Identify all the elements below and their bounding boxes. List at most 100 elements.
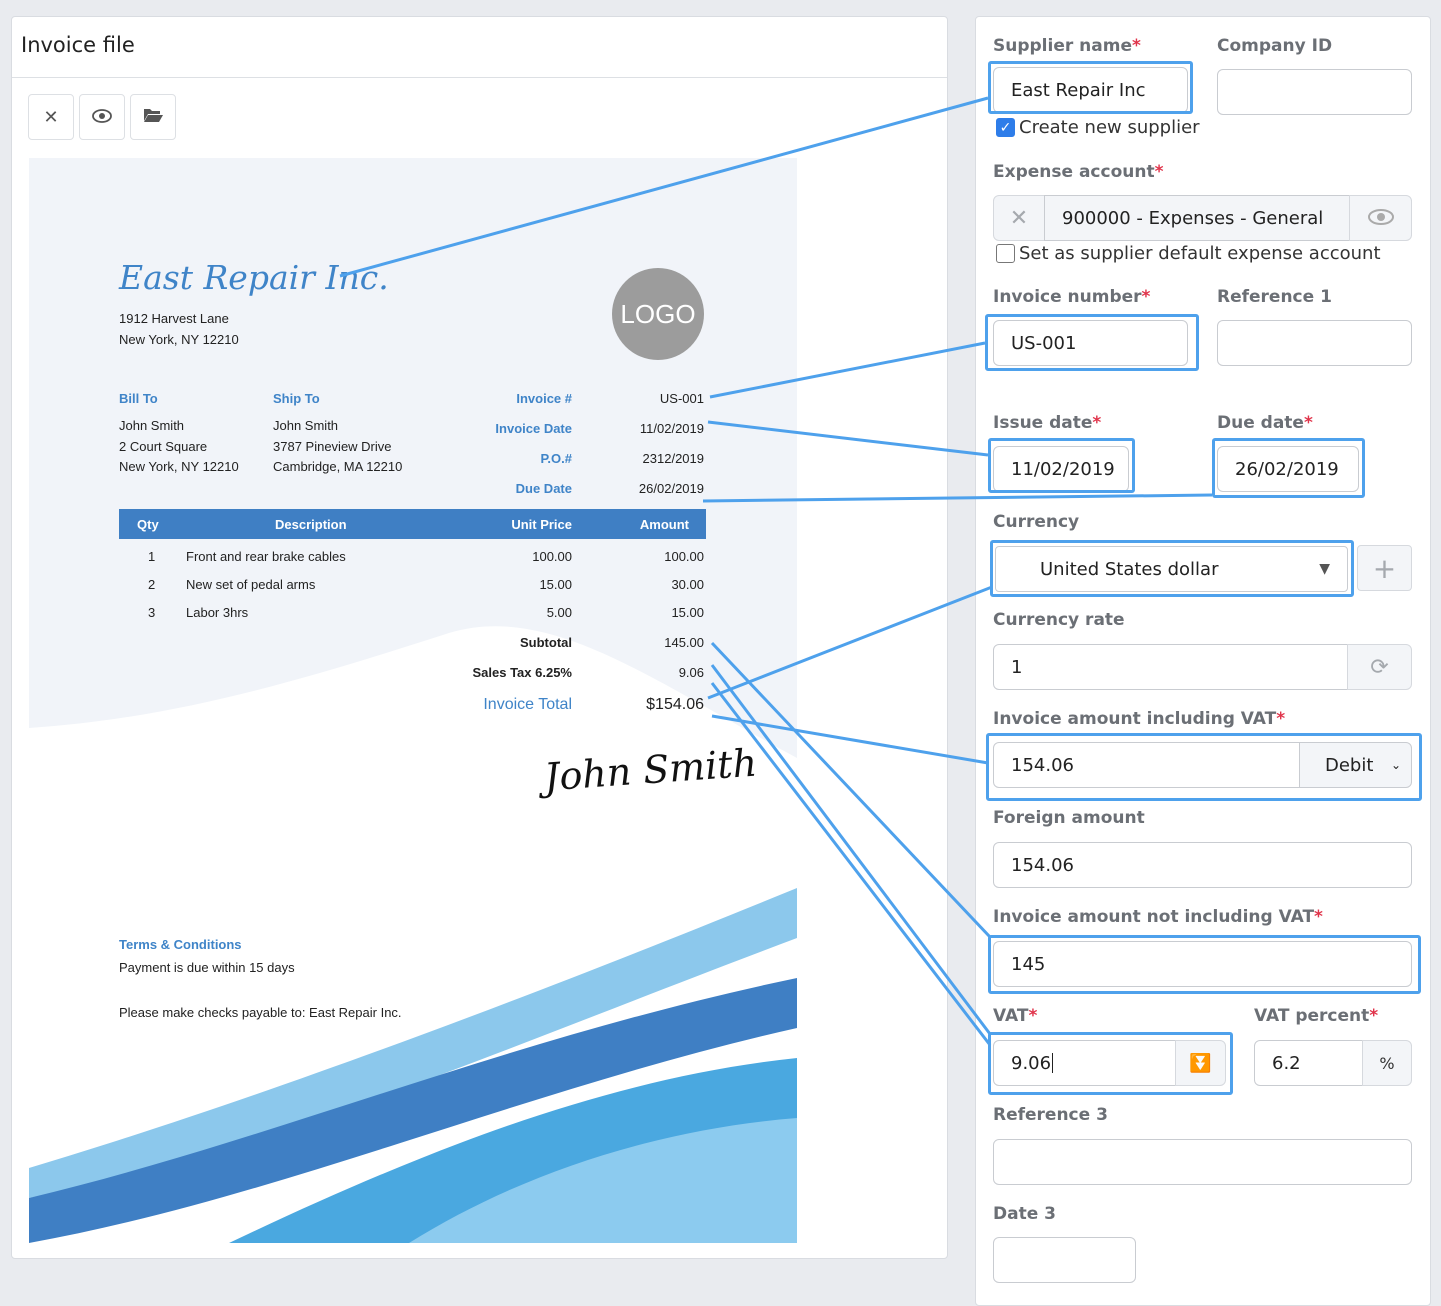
foreign-amount-input[interactable]: 154.06 bbox=[993, 842, 1412, 888]
invoice-number-input[interactable]: US-001 bbox=[993, 320, 1188, 366]
currency-label: Currency bbox=[993, 512, 1079, 532]
debit-credit-value: Debit bbox=[1325, 755, 1373, 776]
currency-value: United States dollar bbox=[1040, 559, 1218, 580]
tax-value: 9.06 bbox=[679, 665, 704, 680]
subtotal-label: Subtotal bbox=[520, 635, 572, 650]
double-chevron-down-icon: ⏬ bbox=[1189, 1053, 1211, 1074]
ship-to-line: 3787 Pineview Drive bbox=[273, 439, 392, 454]
unit-price: 100.00 bbox=[532, 549, 572, 564]
clear-expense-account-button[interactable]: ✕ bbox=[993, 195, 1045, 241]
add-currency-button[interactable]: + bbox=[1357, 545, 1412, 591]
reference1-label: Reference 1 bbox=[1217, 287, 1332, 307]
meta-label: Due Date bbox=[516, 481, 572, 496]
qty: 2 bbox=[148, 577, 155, 592]
company-id-input[interactable] bbox=[1217, 69, 1412, 115]
qty: 1 bbox=[148, 549, 155, 564]
logo-placeholder: LOGO bbox=[612, 268, 704, 360]
unit-price: 5.00 bbox=[547, 605, 572, 620]
column-header: Amount bbox=[640, 517, 689, 532]
open-file-button[interactable] bbox=[130, 94, 176, 140]
text-cursor bbox=[1052, 1053, 1053, 1073]
date3-label: Date 3 bbox=[993, 1204, 1056, 1224]
meta-value: 2312/2019 bbox=[643, 451, 704, 466]
chevron-down-icon: ⌄ bbox=[1391, 758, 1401, 772]
vat-input[interactable]: 9.06 bbox=[993, 1040, 1176, 1086]
divider bbox=[12, 77, 947, 78]
column-header: Qty bbox=[137, 517, 159, 532]
company-logo-text: East Repair Inc. bbox=[119, 258, 389, 297]
checkbox-label: Set as supplier default expense account bbox=[1019, 243, 1381, 264]
meta-value: 26/02/2019 bbox=[639, 481, 704, 496]
percent-addon: % bbox=[1362, 1040, 1412, 1086]
panel-title: Invoice file bbox=[21, 33, 135, 57]
eye-icon bbox=[1368, 206, 1394, 231]
column-header: Description bbox=[275, 517, 347, 532]
due-date-input[interactable]: 26/02/2019 bbox=[1217, 446, 1359, 492]
amount-excl-vat-label: Invoice amount not including VAT* bbox=[993, 907, 1323, 927]
amount: 30.00 bbox=[671, 577, 704, 592]
items-table-header bbox=[119, 509, 706, 539]
checkbox-unchecked-icon bbox=[996, 244, 1015, 263]
vat-percent-input[interactable]: 6.2 bbox=[1254, 1040, 1364, 1086]
amount-excl-vat-input[interactable]: 145 bbox=[993, 941, 1412, 987]
eye-icon bbox=[92, 107, 112, 128]
date3-input[interactable] bbox=[993, 1237, 1136, 1283]
preview-button[interactable] bbox=[79, 94, 125, 140]
issue-date-label: Issue date* bbox=[993, 413, 1101, 433]
invoice-number-label: Invoice number* bbox=[993, 287, 1150, 307]
terms-text: Payment is due within 15 days bbox=[119, 960, 295, 975]
checkbox-label: Create new supplier bbox=[1019, 117, 1200, 138]
reference3-label: Reference 3 bbox=[993, 1105, 1108, 1125]
amount-incl-vat-input[interactable]: 154.06 bbox=[993, 742, 1300, 788]
company-id-label: Company ID bbox=[1217, 36, 1332, 56]
refresh-icon: ⟳ bbox=[1370, 655, 1388, 680]
qty: 3 bbox=[148, 605, 155, 620]
supplier-name-input[interactable]: East Repair Inc bbox=[993, 67, 1188, 113]
bill-to-label: Bill To bbox=[119, 391, 158, 406]
amount: 100.00 bbox=[664, 549, 704, 564]
checkbox-checked-icon: ✓ bbox=[996, 118, 1015, 137]
close-icon: ✕ bbox=[1010, 206, 1028, 231]
amount: 15.00 bbox=[671, 605, 704, 620]
total-label: Invoice Total bbox=[483, 696, 572, 714]
invoice-file-panel: Invoice file ✕ East Repair Inc. 1912 Har… bbox=[11, 16, 948, 1259]
expense-account-select[interactable]: 900000 - Expenses - General bbox=[1044, 195, 1350, 241]
refresh-rate-button[interactable]: ⟳ bbox=[1347, 644, 1412, 690]
remove-file-button[interactable]: ✕ bbox=[28, 94, 74, 140]
vat-percent-label: VAT percent* bbox=[1254, 1006, 1378, 1026]
default-expense-checkbox[interactable]: Set as supplier default expense account bbox=[996, 243, 1381, 264]
description: Front and rear brake cables bbox=[186, 549, 346, 564]
payable-text: Please make checks payable to: East Repa… bbox=[119, 1005, 402, 1020]
reference1-input[interactable] bbox=[1217, 320, 1412, 366]
folder-open-icon bbox=[143, 107, 163, 128]
description: New set of pedal arms bbox=[186, 577, 315, 592]
total-value: $154.06 bbox=[646, 696, 704, 714]
terms-label: Terms & Conditions bbox=[119, 937, 242, 952]
issue-date-input[interactable]: 11/02/2019 bbox=[993, 446, 1129, 492]
reference3-input[interactable] bbox=[993, 1139, 1412, 1185]
view-expense-account-button[interactable] bbox=[1349, 195, 1412, 241]
subtotal-value: 145.00 bbox=[664, 635, 704, 650]
company-address: 1912 Harvest Lane bbox=[119, 311, 229, 326]
dropdown-triangle-icon: ▼ bbox=[1319, 561, 1330, 577]
vat-calc-button[interactable]: ⏬ bbox=[1175, 1040, 1226, 1086]
ship-to-label: Ship To bbox=[273, 391, 320, 406]
supplier-name-label: Supplier name* bbox=[993, 36, 1141, 56]
meta-value: US-001 bbox=[660, 391, 704, 406]
tax-label: Sales Tax 6.25% bbox=[473, 665, 573, 680]
ship-to-line: Cambridge, MA 12210 bbox=[273, 459, 402, 474]
currency-rate-input[interactable]: 1 bbox=[993, 644, 1348, 690]
due-date-label: Due date* bbox=[1217, 413, 1313, 433]
close-icon: ✕ bbox=[43, 107, 58, 128]
create-new-supplier-checkbox[interactable]: ✓Create new supplier bbox=[996, 117, 1200, 138]
vat-label: VAT* bbox=[993, 1006, 1037, 1026]
description: Labor 3hrs bbox=[186, 605, 248, 620]
meta-label: P.O.# bbox=[540, 451, 572, 466]
meta-label: Invoice Date bbox=[495, 421, 572, 436]
bill-to-line: New York, NY 12210 bbox=[119, 459, 239, 474]
amount-incl-vat-label: Invoice amount including VAT* bbox=[993, 709, 1285, 729]
currency-select[interactable]: United States dollar ▼ bbox=[995, 546, 1348, 592]
currency-rate-label: Currency rate bbox=[993, 610, 1125, 630]
debit-credit-select[interactable]: Debit ⌄ bbox=[1299, 742, 1412, 788]
meta-label: Invoice # bbox=[516, 391, 572, 406]
